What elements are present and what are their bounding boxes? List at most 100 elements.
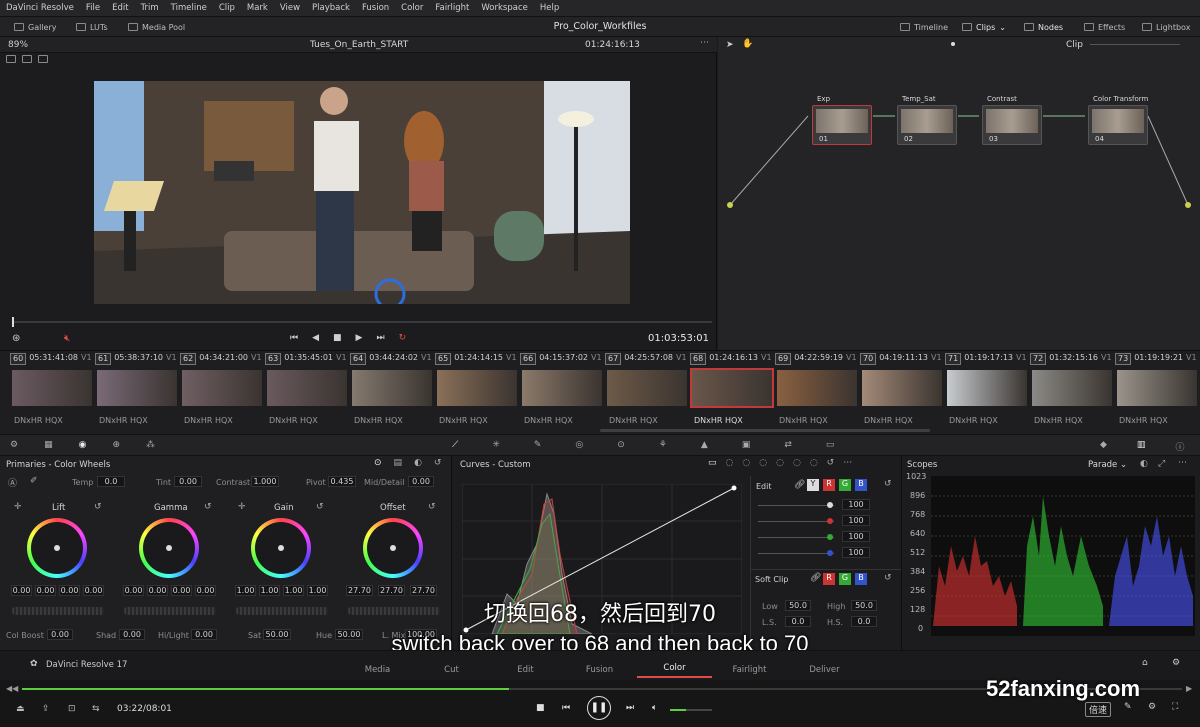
menu-app[interactable]: DaVinci Resolve	[0, 3, 80, 13]
bars-mode-icon[interactable]: ▤	[394, 458, 403, 468]
pivot-field[interactable]: 0.435	[328, 476, 356, 487]
offset-r[interactable]: 27.70	[346, 585, 373, 596]
lift-r[interactable]: 0.00	[35, 585, 56, 596]
high-field[interactable]: 50.0	[851, 600, 877, 611]
temp-field[interactable]: 0.0	[97, 476, 125, 487]
hue-field[interactable]: 50.00	[335, 629, 363, 640]
viewer-playhead[interactable]	[12, 317, 14, 327]
clip-item[interactable]: 67 04:25:57:08 V1 DNxHR HQX	[605, 351, 689, 435]
picker-icon[interactable]: ✐	[30, 476, 38, 486]
camera-raw-icon[interactable]: ⚙	[10, 440, 18, 450]
pause-icon[interactable]: ❚❚	[587, 696, 611, 720]
reset-icon[interactable]: ↺	[827, 458, 835, 468]
clip-item[interactable]: 68 01:24:16:13 V1 DNxHR HQX	[690, 351, 774, 435]
reset-icon[interactable]: ↺	[316, 502, 324, 512]
clip-item[interactable]: 62 04:34:21:00 V1 DNxHR HQX	[180, 351, 264, 435]
reset-icon[interactable]: ↺	[884, 479, 892, 489]
offset-g[interactable]: 27.70	[378, 585, 405, 596]
viewer-scrubber[interactable]	[12, 321, 712, 323]
fx-icon[interactable]: ⊛	[12, 333, 20, 344]
menu-workspace[interactable]: Workspace	[475, 3, 533, 13]
offset-b[interactable]: 27.70	[410, 585, 437, 596]
hue-vs-sat-icon[interactable]: ◌	[742, 458, 750, 468]
gamma-r[interactable]: 0.00	[147, 585, 168, 596]
reset-icon[interactable]: ↺	[204, 502, 212, 512]
gain-wheel[interactable]	[251, 518, 311, 578]
node-04[interactable]: Color Transform 04	[1088, 95, 1148, 145]
skip-end-icon[interactable]: ⏭	[376, 333, 384, 343]
lum-vs-sat-icon[interactable]: ◌	[776, 458, 784, 468]
sat-field[interactable]: 50.00	[263, 629, 291, 640]
low-field[interactable]: 50.0	[785, 600, 811, 611]
clip-item[interactable]: 70 04:19:11:13 V1 DNxHR HQX	[860, 351, 944, 435]
chapter-icon[interactable]: ⊡	[68, 704, 76, 714]
offset-wheel[interactable]	[363, 518, 423, 578]
next-icon[interactable]: ⏭	[626, 703, 634, 713]
skip-start-icon[interactable]: ⏮	[290, 333, 298, 343]
rewind-icon[interactable]: ◀◀	[6, 684, 18, 693]
gain-g[interactable]: 1.00	[283, 585, 304, 596]
keyframes-icon[interactable]: ◆	[1100, 440, 1107, 453]
y-slider[interactable]	[758, 505, 834, 506]
wheel-center-dot[interactable]	[390, 545, 396, 551]
g-slider-knob[interactable]	[827, 534, 833, 540]
qualifier-icon[interactable]: ✎	[534, 440, 542, 450]
stop-icon[interactable]: ■	[536, 703, 545, 713]
export-icon[interactable]: ⇪	[42, 704, 50, 714]
page-tab-fairlight[interactable]: Fairlight	[712, 665, 787, 675]
page-tab-edit[interactable]: Edit	[488, 665, 563, 675]
page-tab-color[interactable]: Color	[637, 663, 712, 678]
channel-b[interactable]: B	[855, 479, 867, 491]
menu-file[interactable]: File	[80, 3, 106, 13]
softclip-r[interactable]: R	[823, 573, 835, 585]
page-tab-media[interactable]: Media	[340, 665, 415, 675]
color-match-icon[interactable]: ▦	[44, 440, 53, 450]
tint-field[interactable]: 0.00	[174, 476, 202, 487]
gain-y[interactable]: 1.00	[235, 585, 256, 596]
gallery-button[interactable]: Gallery	[14, 17, 57, 37]
node-02[interactable]: Temp_Sat 02	[897, 95, 957, 145]
sat-vs-sat-icon[interactable]: ◌	[793, 458, 801, 468]
menu-timeline[interactable]: Timeline	[165, 3, 213, 13]
loop-icon[interactable]: ↻	[399, 333, 407, 343]
wheels-mode-icon[interactable]: ⊙	[374, 458, 382, 468]
clip-item[interactable]: 72 01:32:15:16 V1 DNxHR HQX	[1030, 351, 1114, 435]
loop-icon[interactable]: ⇆	[92, 704, 100, 714]
menu-fusion[interactable]: Fusion	[356, 3, 395, 13]
menu-view[interactable]: View	[274, 3, 306, 13]
gamma-g[interactable]: 0.00	[171, 585, 192, 596]
blur-icon[interactable]: ▲	[701, 440, 708, 450]
menu-edit[interactable]: Edit	[106, 3, 134, 13]
lightbox-button[interactable]: Lightbox	[1142, 17, 1190, 37]
reset-icon[interactable]: ↺	[884, 573, 892, 583]
ls-field[interactable]: 0.0	[785, 616, 811, 627]
hilight-field[interactable]: 0.00	[191, 629, 217, 640]
b-slider[interactable]	[758, 553, 834, 554]
clip-item[interactable]: 65 01:24:14:15 V1 DNxHR HQX	[435, 351, 519, 435]
gamma-jog-wheel[interactable]	[124, 607, 216, 615]
nodes-button[interactable]: Nodes	[1024, 17, 1063, 37]
clip-item[interactable]: 71 01:19:17:13 V1 DNxHR HQX	[945, 351, 1029, 435]
luts-button[interactable]: LUTs	[76, 17, 108, 37]
hdr-wheels-icon[interactable]: ⊕	[112, 440, 120, 450]
menu-trim[interactable]: Trim	[135, 3, 165, 13]
color-wheels-icon[interactable]: ◉	[79, 440, 87, 450]
play-icon[interactable]: ▶	[356, 333, 363, 343]
gain-jog-wheel[interactable]	[236, 607, 328, 615]
menu-mark[interactable]: Mark	[241, 3, 274, 13]
crosshair-icon[interactable]: ✛	[14, 502, 22, 512]
clip-item[interactable]: 63 01:35:45:01 V1 DNxHR HQX	[265, 351, 349, 435]
clip-item[interactable]: 69 04:22:59:19 V1 DNxHR HQX	[775, 351, 859, 435]
r-slider-knob[interactable]	[827, 518, 833, 524]
3d-icon[interactable]: ▭	[826, 440, 835, 450]
page-tab-fusion[interactable]: Fusion	[562, 665, 637, 675]
clip-item[interactable]: 64 03:44:24:02 V1 DNxHR HQX	[350, 351, 434, 435]
node-01[interactable]: Exp 01	[812, 95, 872, 145]
play-reverse-icon[interactable]: ◀	[312, 333, 319, 343]
gamma-wheel[interactable]	[139, 518, 199, 578]
expand-icon[interactable]: ⤢	[1158, 459, 1165, 469]
speed-button[interactable]: 倍速	[1085, 702, 1112, 717]
more-icon[interactable]: ⋯	[1178, 458, 1187, 468]
gain-r[interactable]: 1.00	[259, 585, 280, 596]
lift-y[interactable]: 0.00	[11, 585, 32, 596]
